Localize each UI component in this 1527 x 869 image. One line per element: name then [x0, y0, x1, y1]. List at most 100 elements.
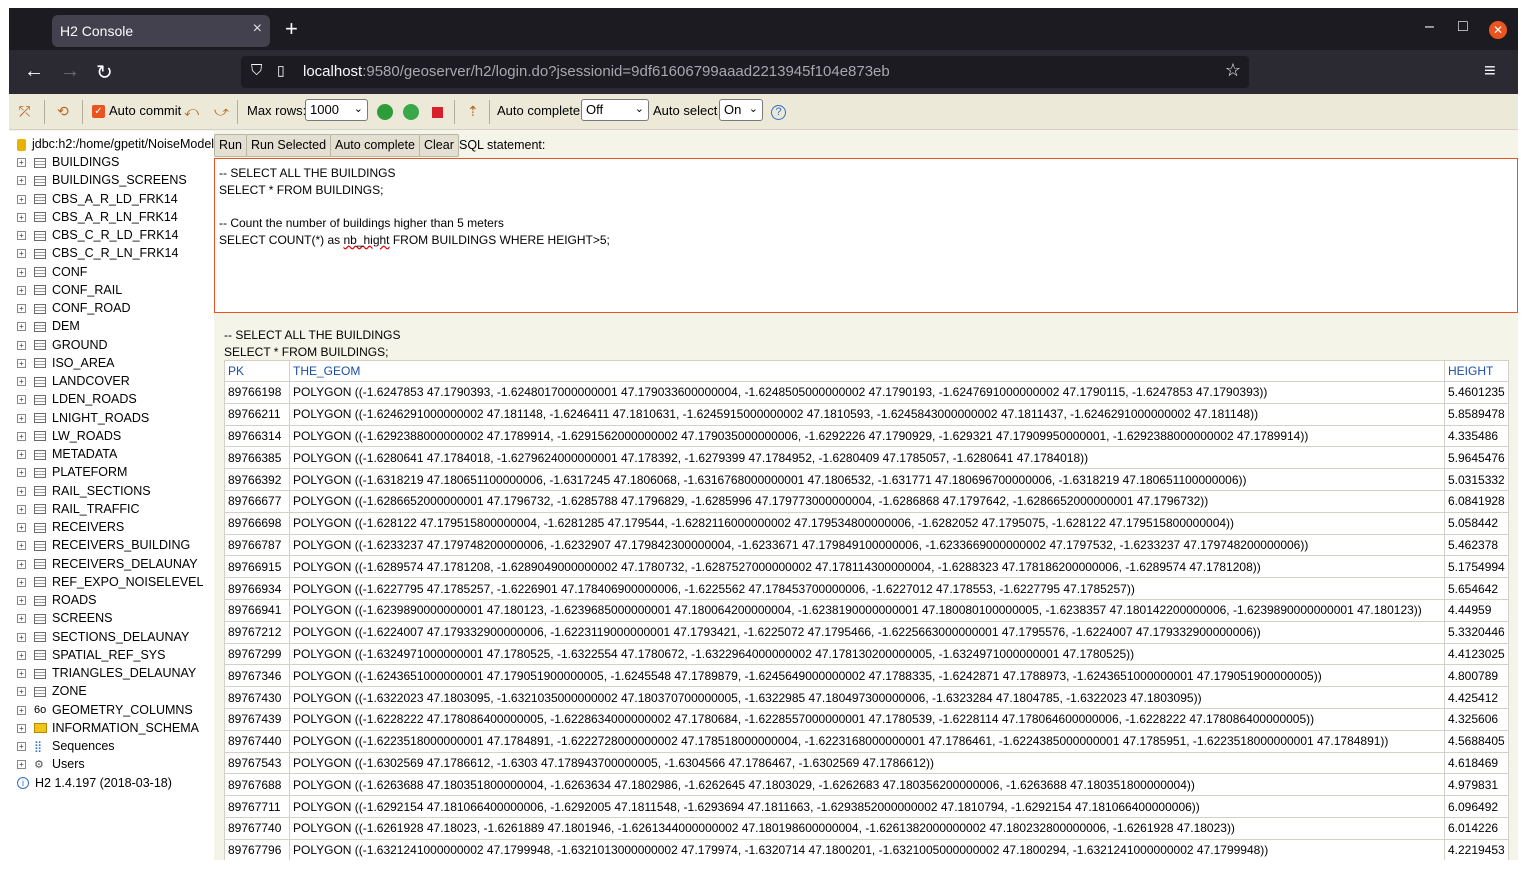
tree-item-table[interactable]: + SPATIAL_REF_SYS — [17, 648, 165, 666]
forward-icon[interactable]: → — [60, 60, 80, 83]
max-rows-select[interactable]: 1000 ⌄ — [305, 99, 368, 121]
refresh-tree-icon[interactable]: ⟲ — [57, 103, 69, 120]
expand-icon[interactable]: + — [17, 614, 26, 624]
tree-item-table[interactable]: + SECTIONS_DELAUNAY — [17, 630, 189, 648]
column-header-pk[interactable]: PK — [224, 360, 290, 382]
tree-item-table[interactable]: + ZONE — [17, 684, 87, 702]
tree-item-users[interactable]: + ⚙ Users — [17, 757, 85, 775]
expand-icon[interactable]: + — [17, 231, 26, 241]
expand-icon[interactable]: + — [17, 723, 26, 733]
auto-commit-checkbox[interactable]: ✓ — [92, 105, 105, 118]
expand-icon[interactable]: + — [17, 705, 26, 715]
tree-item-table[interactable]: + LNIGHT_ROADS — [17, 411, 149, 429]
tree-item-table[interactable]: + CBS_C_R_LN_FRK14 — [17, 246, 178, 264]
run-selected-icon[interactable] — [403, 104, 419, 120]
expand-icon[interactable]: + — [17, 687, 26, 697]
auto-complete-button[interactable]: Auto complete — [330, 134, 420, 157]
page-info-icon[interactable]: ▯ — [277, 62, 285, 79]
tree-item-table[interactable]: + CONF_ROAD — [17, 301, 130, 319]
expand-icon[interactable]: + — [17, 176, 26, 186]
tree-item-table[interactable]: + BUILDINGS — [17, 155, 119, 173]
tree-item-geometry-columns[interactable]: +6o GEOMETRY_COLUMNS — [17, 703, 193, 721]
expand-icon[interactable]: + — [17, 632, 26, 642]
bookmark-star-icon[interactable]: ☆ — [1225, 60, 1241, 81]
new-tab-icon[interactable]: + — [285, 16, 298, 42]
tree-item-table[interactable]: + RAIL_TRAFFIC — [17, 502, 140, 520]
rollback-icon[interactable]: ⤺ — [184, 103, 199, 120]
expand-icon[interactable]: + — [17, 504, 26, 514]
minimize-icon[interactable]: – — [1425, 18, 1434, 36]
expand-icon[interactable]: + — [17, 377, 26, 387]
run-button[interactable]: Run — [214, 134, 247, 157]
expand-icon[interactable]: + — [17, 486, 26, 496]
tree-item-table[interactable]: + BUILDINGS_SCREENS — [17, 173, 187, 191]
run-icon[interactable] — [377, 104, 393, 120]
auto-complete-select[interactable]: Off ⌄ — [581, 99, 649, 121]
expand-icon[interactable]: + — [17, 322, 26, 332]
expand-icon[interactable]: + — [17, 249, 26, 259]
hamburger-menu-icon[interactable]: ≡ — [1484, 60, 1496, 83]
expand-icon[interactable]: + — [17, 267, 26, 277]
expand-icon[interactable]: + — [17, 158, 26, 168]
commit-icon[interactable]: ⤻ — [214, 103, 229, 120]
expand-icon[interactable]: + — [17, 523, 26, 533]
expand-icon[interactable]: + — [17, 650, 26, 660]
expand-icon[interactable]: + — [17, 304, 26, 314]
back-icon[interactable]: ← — [24, 60, 44, 83]
run-selected-button[interactable]: Run Selected — [246, 134, 332, 157]
expand-icon[interactable]: + — [17, 413, 26, 423]
reload-icon[interactable]: ↻ — [96, 60, 113, 85]
expand-icon[interactable]: + — [17, 760, 26, 770]
tree-item-version[interactable]: i H2 1.4.197 (2018-03-18) — [17, 776, 172, 794]
tree-item-table[interactable]: + ISO_AREA — [17, 356, 115, 374]
url-bar[interactable]: ⛉ ▯ localhost:9580/geoserver/h2/login.do… — [241, 56, 1249, 88]
expand-icon[interactable]: + — [17, 194, 26, 204]
tree-item-table[interactable]: + RECEIVERS_DELAUNAY — [17, 557, 198, 575]
clear-button[interactable]: Clear — [419, 134, 459, 157]
tree-item-table[interactable]: + CONF — [17, 265, 87, 283]
tree-item-table[interactable]: + CBS_A_R_LN_FRK14 — [17, 210, 178, 228]
shield-icon[interactable]: ⛉ — [251, 62, 262, 79]
tree-item-table[interactable]: + GROUND — [17, 338, 108, 356]
expand-icon[interactable]: + — [17, 669, 26, 679]
url-text[interactable]: localhost:9580/geoserver/h2/login.do?jse… — [303, 63, 890, 80]
expand-icon[interactable]: + — [17, 340, 26, 350]
expand-icon[interactable]: + — [17, 431, 26, 441]
tree-item-table[interactable]: + CBS_C_R_LD_FRK14 — [17, 228, 178, 246]
tree-item-table[interactable]: + CONF_RAIL — [17, 283, 122, 301]
disconnect-icon[interactable]: ⤱ — [19, 103, 30, 120]
tree-item-table[interactable]: + REF_EXPO_NOISELEVEL — [17, 575, 203, 593]
expand-icon[interactable]: + — [17, 212, 26, 222]
tree-item-table[interactable]: + TRIANGLES_DELAUNAY — [17, 666, 196, 684]
sql-editor[interactable]: -- SELECT ALL THE BUILDINGS SELECT * FRO… — [214, 158, 1518, 313]
help-icon[interactable]: ? — [771, 105, 786, 120]
tab-close-icon[interactable]: × — [253, 20, 262, 38]
tab-h2-console[interactable]: H2 Console × — [52, 15, 270, 47]
tree-item-table[interactable]: + SCREENS — [17, 611, 112, 629]
column-header-height[interactable]: HEIGHT — [1444, 360, 1509, 382]
expand-icon[interactable]: + — [17, 742, 26, 752]
expand-icon[interactable]: + — [17, 395, 26, 405]
tree-item-table[interactable]: + RECEIVERS — [17, 520, 124, 538]
tree-item-table[interactable]: + METADATA — [17, 447, 117, 465]
tree-item-table[interactable]: + DEM — [17, 319, 80, 337]
tree-item-information-schema[interactable]: + INFORMATION_SCHEMA — [17, 721, 199, 739]
expand-icon[interactable]: + — [17, 358, 26, 368]
expand-icon[interactable]: + — [17, 450, 26, 460]
tree-item-table[interactable]: + LDEN_ROADS — [17, 392, 137, 410]
connection-node[interactable]: jdbc:h2:/home/gpetit/NoiseModel — [17, 137, 214, 151]
expand-icon[interactable]: + — [17, 577, 26, 587]
maximize-icon[interactable]: □ — [1458, 18, 1468, 36]
tree-item-table[interactable]: + LW_ROADS — [17, 429, 121, 447]
close-window-icon[interactable]: ✕ — [1489, 21, 1507, 39]
expand-icon[interactable]: + — [17, 541, 26, 551]
expand-icon[interactable]: + — [17, 596, 26, 606]
tree-item-table[interactable]: + RECEIVERS_BUILDING — [17, 538, 190, 556]
column-header-the-geom[interactable]: THE_GEOM — [289, 360, 1445, 382]
expand-icon[interactable]: + — [17, 559, 26, 569]
tree-item-sequences[interactable]: + ⣿ Sequences — [17, 739, 115, 757]
expand-icon[interactable]: + — [17, 468, 26, 478]
history-icon[interactable]: ⇡ — [467, 103, 479, 120]
tree-item-table[interactable]: + RAIL_SECTIONS — [17, 484, 151, 502]
tree-item-table[interactable]: + CBS_A_R_LD_FRK14 — [17, 192, 178, 210]
